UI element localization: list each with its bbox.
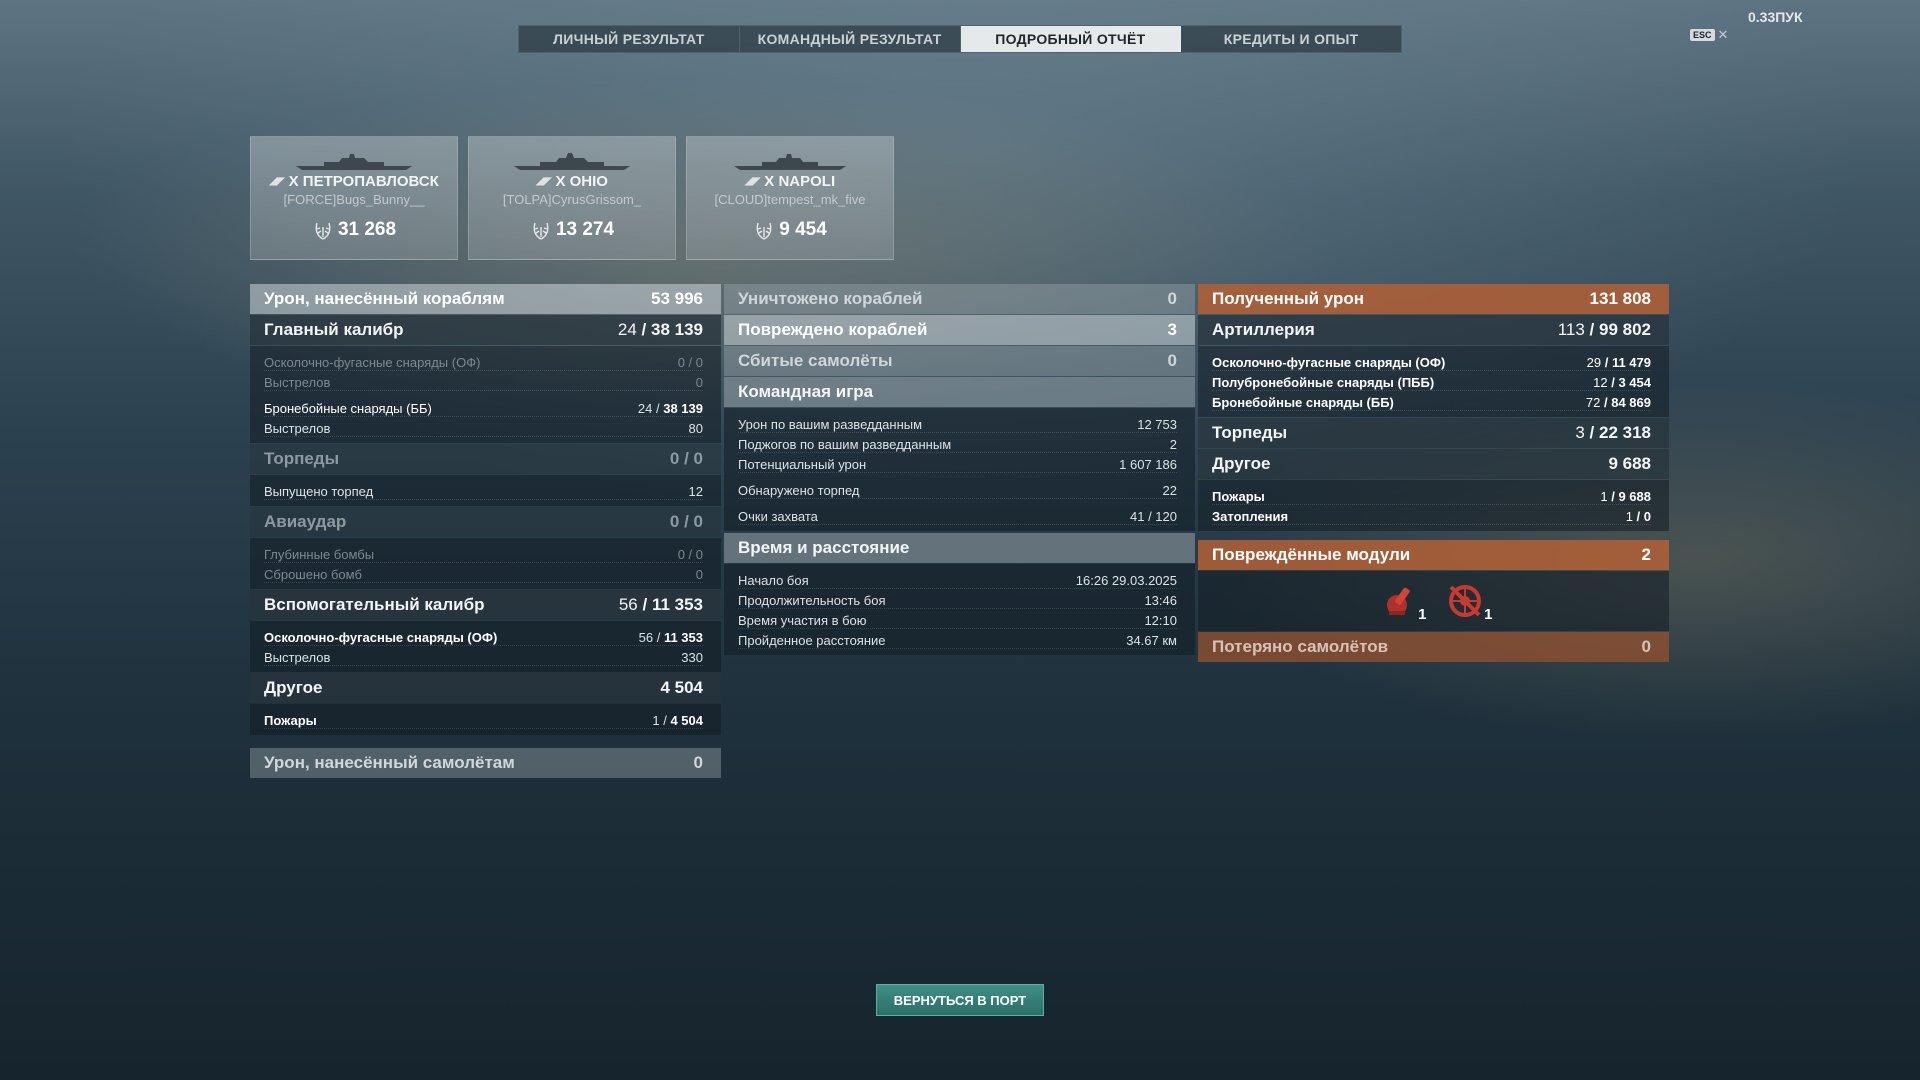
stat-row: Осколочно-фугасные снаряды (ОФ) 29 / 11 4… xyxy=(1212,351,1651,371)
stat-row: Урон по вашим разведданным 12 753 xyxy=(738,413,1177,433)
player-name: [FORCE]Bugs_Bunny__ xyxy=(283,192,425,207)
player-name: [TOLPA]CyrusGrissom_ xyxy=(502,192,642,207)
gun-module-icon[interactable]: 1 xyxy=(1379,579,1427,623)
other-damage-details: Пожары 1 / 4 504 xyxy=(250,704,721,735)
tab-credits-xp[interactable]: КРЕДИТЫ И ОПЫТ xyxy=(1181,26,1401,52)
planes-shot-down-header: Сбитые самолёты 0 xyxy=(724,346,1195,376)
damage-received-column: Полученный урон 131 808 Артиллерия 113 / … xyxy=(1198,284,1669,663)
ships-destroyed-header: Уничтожено кораблей 0 xyxy=(724,284,1195,314)
ship-name: ◢◤ X ПЕТРОПАВЛОВСК xyxy=(269,173,439,190)
team-play-header: Командная игра xyxy=(724,377,1195,407)
player-name: [CLOUD]tempest_mk_five xyxy=(714,192,866,207)
ship-class-icon: ◢◤ xyxy=(744,176,761,187)
damaged-modules-list: 1 1 xyxy=(1198,571,1669,631)
ship-silhouette-icon xyxy=(514,153,630,170)
main-battery-header: Главный калибр 24 / 38 139 xyxy=(250,315,721,345)
stat-row: Очки захвата 41 / 120 xyxy=(738,505,1177,525)
torpedoes-details: Выпущено торпед 12 xyxy=(250,475,721,506)
result-tabs: ЛИЧНЫЙ РЕЗУЛЬТАТ КОМАНДНЫЙ РЕЗУЛЬТАТ ПОД… xyxy=(518,25,1402,53)
top-damage-cards: ◢◤ X ПЕТРОПАВЛОВСК [FORCE]Bugs_Bunny__ 31… xyxy=(250,136,894,260)
ship-silhouette-icon xyxy=(296,154,412,170)
damage-value: 9 454 xyxy=(753,219,827,241)
other-damage-header: Другое 4 504 xyxy=(250,673,721,703)
damage-value: 31 268 xyxy=(312,219,396,241)
stat-row: Осколочно-фугасные снаряды (ОФ) 56 / 11 3… xyxy=(264,626,703,646)
stat-row: Выстрелов 80 xyxy=(264,417,703,437)
stat-row: Осколочно-фугасные снаряды (ОФ) 0 / 0 xyxy=(264,351,703,371)
damage-received-header: Полученный урон 131 808 xyxy=(1198,284,1669,314)
stat-row: Выстрелов 0 xyxy=(264,371,703,391)
steering-module-icon[interactable]: 1 xyxy=(1445,579,1493,623)
other-received-header: Другое 9 688 xyxy=(1198,449,1669,479)
stat-row: Начало боя 16:26 29.03.2025 xyxy=(738,569,1177,589)
stat-row: Глубинные бомбы 0 / 0 xyxy=(264,543,703,563)
stat-row: Выпущено торпед 12 xyxy=(264,480,703,500)
stat-row: Продолжительность боя 13:46 xyxy=(738,589,1177,609)
damage-dealt-column: Урон, нанесённый кораблям 53 996 Главный … xyxy=(250,284,721,779)
tab-team-result[interactable]: КОМАНДНЫЙ РЕЗУЛЬТАТ xyxy=(740,26,961,52)
stat-row: Пройденное расстояние 34.67 км xyxy=(738,629,1177,649)
artillery-header: Артиллерия 113 / 99 802 xyxy=(1198,315,1669,345)
laurel-icon xyxy=(315,222,331,240)
stat-row: Бронебойные снаряды (ББ) 24 / 38 139 xyxy=(264,397,703,417)
time-distance-details: Начало боя 16:26 29.03.2025 Продолжительн… xyxy=(724,564,1195,655)
ship-class-icon: ◢◤ xyxy=(269,176,285,187)
ship-name: ◢◤ X NAPOLI xyxy=(744,173,836,190)
other-received-details: Пожары 1 / 9 688 Затопления 1 / 0 xyxy=(1198,480,1669,531)
stat-row: Затопления 1 / 0 xyxy=(1212,505,1651,525)
stat-row: Бронебойные снаряды (ББ) 72 / 84 869 xyxy=(1212,391,1651,411)
airstrike-details: Глубинные бомбы 0 / 0 Сброшено бомб 0 xyxy=(250,538,721,589)
damage-to-planes-header: Урон, нанесённый самолётам 0 xyxy=(250,748,721,778)
damaged-modules-header: Повреждённые модули 2 xyxy=(1198,540,1669,570)
airstrike-header: Авиаудар 0 / 0 xyxy=(250,507,721,537)
stat-row: Обнаружено торпед 22 xyxy=(738,479,1177,499)
secondary-battery-header: Вспомогательный калибр 56 / 11 353 xyxy=(250,590,721,620)
damage-value: 13 274 xyxy=(530,219,614,241)
close-button[interactable]: ESC ✕ xyxy=(1690,27,1728,43)
stat-row: Пожары 1 / 9 688 xyxy=(1212,485,1651,505)
artillery-details: Осколочно-фугасные снаряды (ОФ) 29 / 11 4… xyxy=(1198,346,1669,417)
ship-class-icon: ◢◤ xyxy=(536,176,552,187)
stat-row: Сброшено бомб 0 xyxy=(264,563,703,583)
tab-personal-result[interactable]: ЛИЧНЫЙ РЕЗУЛЬТАТ xyxy=(519,26,740,52)
ship-card[interactable]: ◢◤ X OHIO [TOLPA]CyrusGrissom_ 13 274 xyxy=(468,136,676,260)
time-distance-header: Время и расстояние xyxy=(724,533,1195,563)
torpedoes-received-header: Торпеды 3 / 22 318 xyxy=(1198,418,1669,448)
team-play-column: Уничтожено кораблей 0 Повреждено кораблей… xyxy=(724,284,1195,656)
damage-to-ships-header: Урон, нанесённый кораблям 53 996 xyxy=(250,284,721,314)
stat-row: Пожары 1 / 4 504 xyxy=(264,709,703,729)
team-play-details: Урон по вашим разведданным 12 753 Поджого… xyxy=(724,408,1195,531)
ships-damaged-header: Повреждено кораблей 3 xyxy=(724,315,1195,345)
close-icon: ✕ xyxy=(1717,27,1729,42)
main-battery-details: Осколочно-фугасные снаряды (ОФ) 0 / 0 Выс… xyxy=(250,346,721,443)
return-to-port-button[interactable]: ВЕРНУТЬСЯ В ПОРТ xyxy=(876,984,1044,1016)
laurel-icon xyxy=(533,222,549,240)
laurel-icon xyxy=(756,222,772,240)
tab-detailed-report[interactable]: ПОДРОБНЫЙ ОТЧЁТ xyxy=(960,26,1182,52)
stat-row: Поджогов по вашим разведданным 2 xyxy=(738,433,1177,453)
torpedoes-header: Торпеды 0 / 0 xyxy=(250,444,721,474)
ship-card[interactable]: ◢◤ X ПЕТРОПАВЛОВСК [FORCE]Bugs_Bunny__ 31… xyxy=(250,136,458,260)
ship-silhouette-icon xyxy=(734,154,846,170)
version-label: 0.33ПУК xyxy=(1748,9,1803,25)
secondary-battery-details: Осколочно-фугасные снаряды (ОФ) 56 / 11 3… xyxy=(250,621,721,672)
stat-row: Потенциальный урон 1 607 186 xyxy=(738,453,1177,473)
planes-lost-header: Потеряно самолётов 0 xyxy=(1198,632,1669,662)
esc-key-label: ESC xyxy=(1690,29,1715,41)
ship-card[interactable]: ◢◤ X NAPOLI [CLOUD]tempest_mk_five 9 454 xyxy=(686,136,894,260)
ship-name: ◢◤ X OHIO xyxy=(536,173,608,190)
stat-row: Выстрелов 330 xyxy=(264,646,703,666)
stat-row: Полубронебойные снаряды (ПББ) 12 / 3 454 xyxy=(1212,371,1651,391)
stat-row: Время участия в бою 12:10 xyxy=(738,609,1177,629)
